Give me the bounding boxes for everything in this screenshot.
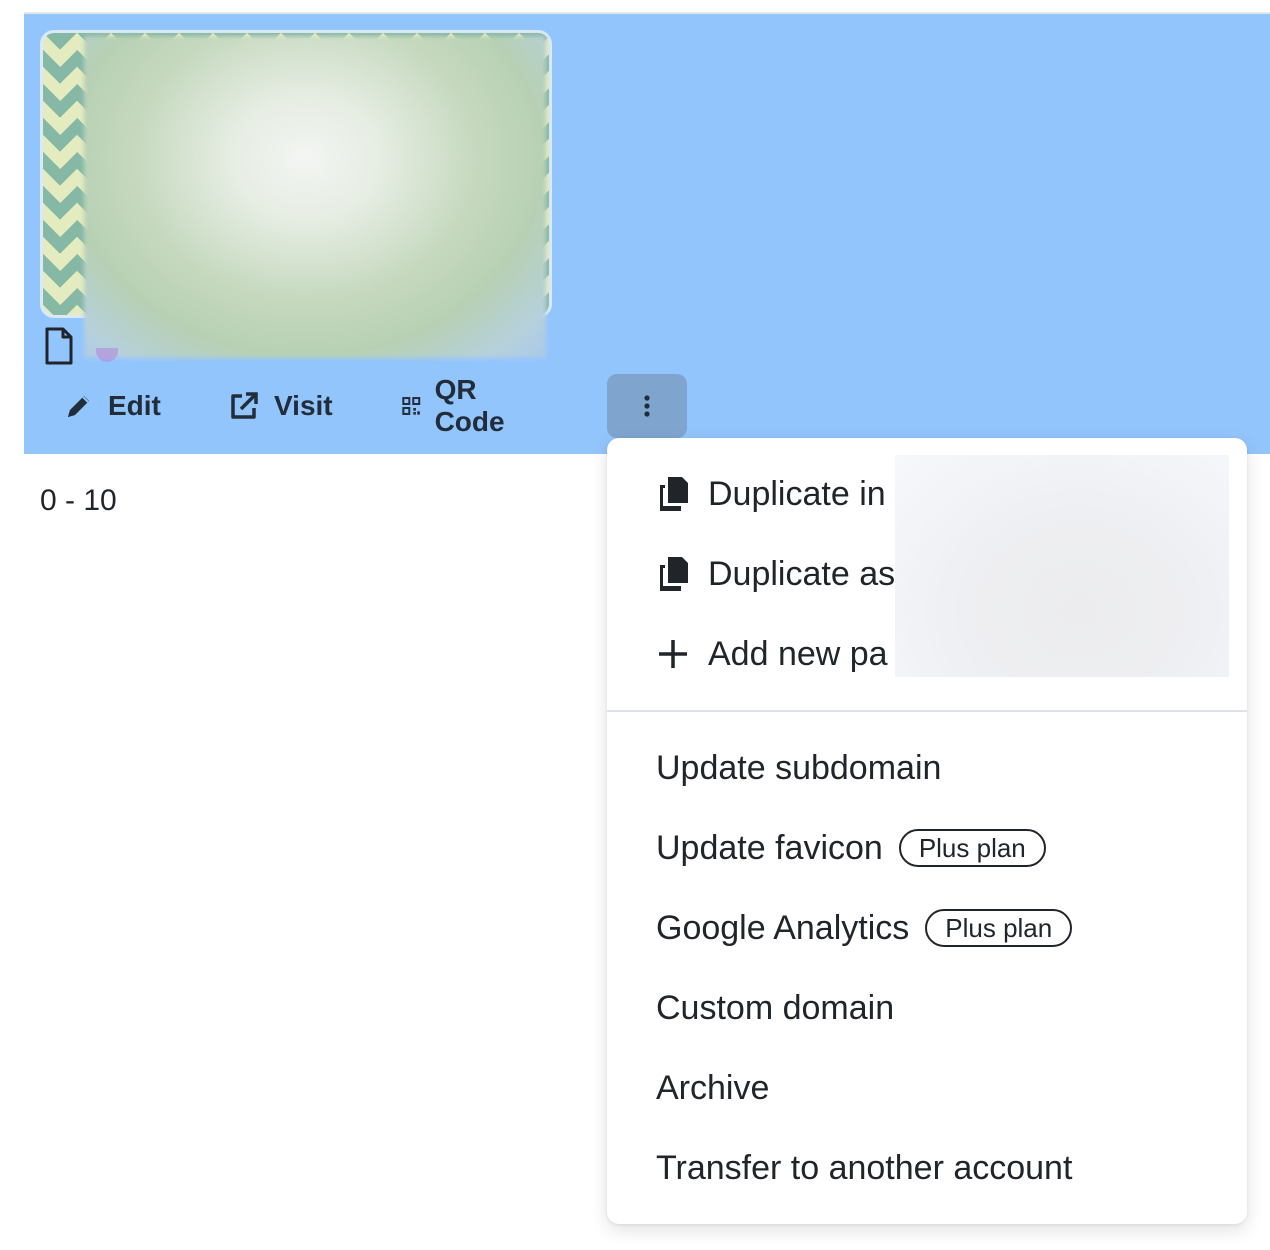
menu-item-custom-domain[interactable]: Custom domain bbox=[607, 970, 1247, 1046]
qr-code-button[interactable]: QR Code bbox=[402, 374, 514, 437]
pencil-icon bbox=[68, 396, 89, 417]
menu-divider bbox=[607, 710, 1247, 712]
pagination-range: 0 - 10 bbox=[40, 484, 117, 517]
copy-icon bbox=[656, 555, 690, 593]
menu-item-update-subdomain[interactable]: Update subdomain bbox=[607, 730, 1247, 806]
plus-plan-badge: Plus plan bbox=[898, 829, 1046, 867]
visit-label: Visit bbox=[274, 390, 333, 421]
menu-item-update-favicon[interactable]: Update favicon Plus plan bbox=[607, 810, 1247, 886]
qr-code-icon bbox=[402, 397, 421, 415]
edit-label: Edit bbox=[108, 390, 161, 421]
menu-item-label: Google Analytics bbox=[656, 908, 910, 947]
menu-item-label: Archive bbox=[656, 1068, 770, 1107]
kebab-menu-icon bbox=[644, 395, 650, 417]
menu-item-transfer-account[interactable]: Transfer to another account bbox=[607, 1130, 1247, 1206]
external-link-icon bbox=[231, 392, 258, 419]
menu-item-label: Add new pa bbox=[708, 634, 888, 673]
redacted-region bbox=[895, 455, 1229, 677]
visit-button[interactable]: Visit bbox=[228, 376, 333, 436]
plus-icon bbox=[656, 635, 690, 673]
menu-item-label: Duplicate in bbox=[708, 474, 886, 513]
plus-plan-badge: Plus plan bbox=[925, 909, 1073, 947]
menu-item-label: Update favicon bbox=[656, 828, 883, 867]
more-options-menu: Duplicate in Duplicate as Add new pa Upd… bbox=[607, 438, 1247, 1224]
menu-item-label: Custom domain bbox=[656, 988, 895, 1027]
menu-item-google-analytics[interactable]: Google Analytics Plus plan bbox=[607, 890, 1247, 966]
menu-item-archive[interactable]: Archive bbox=[607, 1050, 1247, 1126]
redacted-preview bbox=[84, 36, 546, 358]
qr-code-label: QR Code bbox=[434, 374, 505, 437]
copy-icon bbox=[656, 475, 690, 513]
menu-item-label: Duplicate as bbox=[708, 554, 896, 593]
menu-item-label: Update subdomain bbox=[656, 748, 942, 787]
menu-item-label: Transfer to another account bbox=[656, 1148, 1073, 1187]
more-options-button[interactable] bbox=[607, 374, 687, 438]
edit-button[interactable]: Edit bbox=[64, 376, 161, 436]
document-icon bbox=[45, 327, 73, 365]
